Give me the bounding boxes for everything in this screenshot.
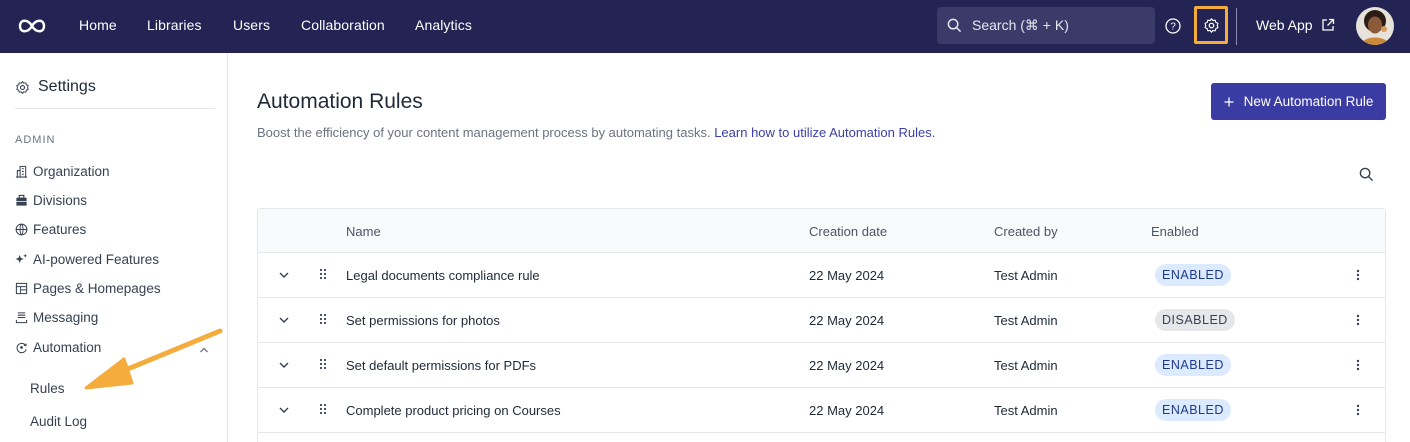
- nav-libraries[interactable]: Libraries: [147, 17, 202, 33]
- top-nav: Home Libraries Users Collaboration Analy…: [0, 0, 1410, 53]
- help-icon[interactable]: ?: [1164, 17, 1182, 35]
- briefcase-icon: [16, 194, 27, 206]
- header-enabled[interactable]: Enabled: [1151, 224, 1199, 239]
- created-by: Test Admin: [994, 313, 1058, 328]
- status-badge: ENABLED: [1155, 264, 1231, 286]
- sparkle-icon: [15, 253, 28, 264]
- created-by: Test Admin: [994, 268, 1058, 283]
- sidebar-subitem-audit-log[interactable]: Audit Log: [30, 414, 87, 429]
- section-label: ADMIN: [15, 134, 56, 146]
- header-name[interactable]: Name: [346, 224, 381, 239]
- learn-more-link[interactable]: Learn how to utilize Automation Rules.: [714, 125, 935, 140]
- external-link-icon: [1321, 18, 1334, 31]
- sidebar-divider: [15, 108, 215, 109]
- chevron-down-icon[interactable]: [278, 359, 290, 371]
- nav-home[interactable]: Home: [79, 17, 117, 33]
- status-badge: ENABLED: [1155, 354, 1231, 376]
- building-icon: [15, 165, 28, 178]
- page-subtitle: Boost the efficiency of your content man…: [257, 125, 935, 140]
- rule-name[interactable]: Set default permissions for PDFs: [346, 358, 536, 373]
- creation-date: 22 May 2024: [809, 313, 885, 328]
- layout-icon: [15, 282, 28, 295]
- creation-date: 22 May 2024: [809, 268, 885, 283]
- table-row[interactable]: Set permissions for photos 22 May 2024 T…: [258, 298, 1385, 343]
- nav-users[interactable]: Users: [233, 17, 270, 33]
- sidebar-item-label: Pages & Homepages: [33, 281, 161, 296]
- drag-handle-icon[interactable]: [319, 403, 327, 415]
- avatar[interactable]: [1356, 7, 1394, 45]
- web-app-link[interactable]: Web App: [1256, 17, 1335, 33]
- settings-label: Settings: [38, 78, 96, 95]
- sidebar-item-label: Divisions: [33, 193, 88, 208]
- sidebar-item-organization[interactable]: Organization: [15, 164, 110, 179]
- status-badge: DISABLED: [1155, 309, 1235, 331]
- settings-button[interactable]: [1194, 6, 1228, 44]
- svg-text:?: ?: [1170, 22, 1176, 33]
- table-row[interactable]: Set default permissions for PDFs 22 May …: [258, 343, 1385, 388]
- nav-collaboration[interactable]: Collaboration: [301, 17, 385, 33]
- inbox-icon: [15, 312, 28, 324]
- more-options-icon[interactable]: [1356, 403, 1360, 417]
- table-search-icon[interactable]: [1359, 167, 1374, 187]
- gear-icon: [16, 80, 29, 94]
- chevron-down-icon[interactable]: [278, 269, 290, 281]
- gear-icon: [1203, 17, 1219, 33]
- new-automation-rule-button[interactable]: New Automation Rule: [1211, 83, 1386, 120]
- more-options-icon[interactable]: [1356, 313, 1360, 327]
- logo-icon[interactable]: [16, 14, 48, 38]
- search-icon: [947, 18, 962, 33]
- annotation-arrow-icon: [84, 328, 223, 390]
- automation-icon: [16, 342, 27, 354]
- plus-icon: [1224, 97, 1234, 106]
- sidebar-item-label: AI-powered Features: [33, 252, 160, 267]
- creation-date: 22 May 2024: [809, 358, 885, 373]
- rule-name[interactable]: Set permissions for photos: [346, 313, 500, 328]
- header-creation-date[interactable]: Creation date: [809, 224, 887, 239]
- sidebar-item-divisions[interactable]: Divisions: [15, 193, 87, 208]
- created-by: Test Admin: [994, 358, 1058, 373]
- search-placeholder: Search (⌘ + K): [972, 17, 1069, 33]
- table-row[interactable]: Legal documents compliance rule 22 May 2…: [258, 253, 1385, 298]
- header-created-by[interactable]: Created by: [994, 224, 1058, 239]
- sidebar-title: Settings: [15, 78, 96, 96]
- globe-icon: [15, 223, 28, 236]
- sidebar-item-messaging[interactable]: Messaging: [15, 310, 98, 325]
- drag-handle-icon[interactable]: [319, 313, 327, 325]
- drag-handle-icon[interactable]: [319, 268, 327, 280]
- sidebar-item-label: Messaging: [33, 310, 99, 325]
- sidebar-item-label: Features: [33, 222, 87, 237]
- sidebar-item-ai-features[interactable]: AI-powered Features: [15, 252, 159, 267]
- nav-analytics[interactable]: Analytics: [415, 17, 472, 33]
- sidebar-item-pages[interactable]: Pages & Homepages: [15, 281, 161, 296]
- status-badge: ENABLED: [1155, 399, 1231, 421]
- sidebar-subitem-rules[interactable]: Rules: [30, 381, 65, 396]
- rules-table: Name Creation date Created by Enabled Le…: [257, 208, 1386, 442]
- new-button-label: New Automation Rule: [1243, 94, 1374, 109]
- rule-name[interactable]: Complete product pricing on Courses: [346, 403, 561, 418]
- nav-divider: [1236, 8, 1237, 45]
- more-options-icon[interactable]: [1356, 358, 1360, 372]
- search-input[interactable]: Search (⌘ + K): [937, 7, 1155, 44]
- chevron-down-icon[interactable]: [278, 314, 290, 326]
- created-by: Test Admin: [994, 403, 1058, 418]
- table-header: Name Creation date Created by Enabled: [258, 209, 1385, 253]
- sidebar-item-features[interactable]: Features: [15, 222, 86, 237]
- page-title: Automation Rules: [257, 90, 423, 113]
- rule-name[interactable]: Legal documents compliance rule: [346, 268, 540, 283]
- more-options-icon[interactable]: [1356, 268, 1360, 282]
- web-app-label: Web App: [1256, 17, 1313, 33]
- sidebar-item-label: Organization: [33, 164, 110, 179]
- subtitle-text: Boost the efficiency of your content man…: [257, 125, 711, 140]
- chevron-down-icon[interactable]: [278, 404, 290, 416]
- creation-date: 22 May 2024: [809, 403, 885, 418]
- drag-handle-icon[interactable]: [319, 358, 327, 370]
- table-row[interactable]: Complete product pricing on Courses 22 M…: [258, 388, 1385, 433]
